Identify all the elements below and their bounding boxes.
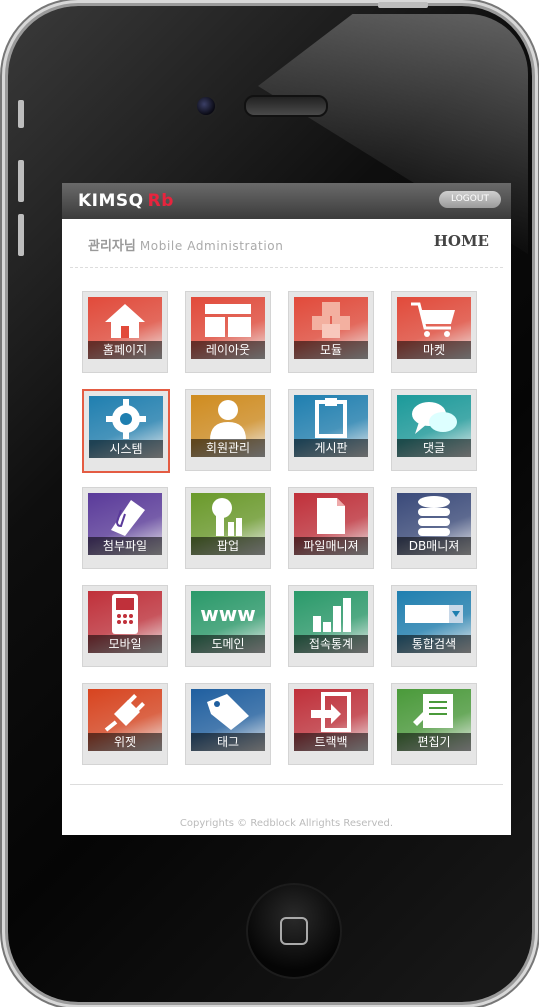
menu-tile[interactable]: www 도메인: [185, 585, 271, 667]
layout-icon: [191, 297, 265, 343]
menu-tile-label: 접속통계: [294, 635, 368, 653]
menu-tile-label: 도메인: [191, 635, 265, 653]
menu-tile-label: 통합검색: [397, 635, 471, 653]
volume-up-button: [18, 160, 24, 202]
menu-tile[interactable]: 위젯: [82, 683, 168, 765]
mobile-icon: [88, 591, 162, 637]
bar-chart-icon: [294, 591, 368, 637]
menu-tile-label: 파일매니져: [294, 537, 368, 555]
home-hardware-button[interactable]: [246, 883, 342, 979]
menu-tile-label: 팝업: [191, 537, 265, 555]
menu-tile[interactable]: 모듈: [288, 291, 374, 373]
menu-tile[interactable]: DB매니져: [391, 487, 477, 569]
module-boxes-icon: [294, 297, 368, 343]
menu-tile-label: 모듈: [294, 341, 368, 359]
menu-tile-label: 태그: [191, 733, 265, 751]
tag-icon: [191, 689, 265, 735]
menu-tile[interactable]: 통합검색: [391, 585, 477, 667]
menu-tile[interactable]: 파일매니져: [288, 487, 374, 569]
menu-tile-label: 회원관리: [191, 439, 265, 457]
file-icon: [294, 493, 368, 539]
menu-tile[interactable]: 게시판: [288, 389, 374, 471]
menu-tile[interactable]: 회원관리: [185, 389, 271, 471]
menu-tile-label: 마켓: [397, 341, 471, 359]
svg-text:www: www: [200, 602, 255, 626]
menu-tile-label: 편집기: [397, 733, 471, 751]
menu-tile[interactable]: 시스템: [82, 389, 170, 473]
menu-tile[interactable]: 첨부파일: [82, 487, 168, 569]
mute-switch: [18, 100, 24, 128]
home-link[interactable]: HOME: [434, 232, 489, 250]
menu-tile[interactable]: 태그: [185, 683, 271, 765]
cart-icon: [397, 297, 471, 343]
front-camera: [195, 95, 217, 117]
menu-tile-label: 모바일: [88, 635, 162, 653]
gear-icon: [89, 396, 163, 442]
menu-tile-label: DB매니져: [397, 537, 471, 555]
search-box-icon: [397, 591, 471, 637]
footer-divider: [70, 784, 503, 785]
menu-tile[interactable]: 마켓: [391, 291, 477, 373]
app-screen: KIMSQ Rb LOGOUT 관리자님 Mobile Administration…: [62, 183, 511, 835]
comment-icon: [397, 395, 471, 441]
menu-tile[interactable]: 트랙백: [288, 683, 374, 765]
clip-icon: [88, 493, 162, 539]
menu-tile-label: 첨부파일: [88, 537, 162, 555]
www-icon: www: [191, 591, 265, 637]
home-icon: [88, 297, 162, 343]
menu-tile[interactable]: 댓글: [391, 389, 477, 471]
menu-tile[interactable]: 모바일: [82, 585, 168, 667]
menu-tile[interactable]: 팝업: [185, 487, 271, 569]
power-button: [378, 2, 428, 8]
user-icon: [191, 395, 265, 441]
copyright-text: Copyrights © Redblock Allrights Reserved…: [179, 818, 394, 829]
volume-down-button: [18, 214, 24, 256]
app-logo[interactable]: KIMSQ Rb: [78, 191, 174, 211]
plug-icon: [88, 689, 162, 735]
menu-tile-label: 트랙백: [294, 733, 368, 751]
menu-tile-label: 레이아웃: [191, 341, 265, 359]
top-bar: KIMSQ Rb LOGOUT: [62, 183, 511, 219]
logout-button[interactable]: LOGOUT: [439, 191, 501, 208]
database-icon: [397, 493, 471, 539]
admin-title: 관리자님 Mobile Administration: [88, 239, 284, 254]
trackback-icon: [294, 689, 368, 735]
sub-header: 관리자님 Mobile Administration HOME: [70, 219, 503, 268]
menu-tile-label: 댓글: [397, 439, 471, 457]
clipboard-icon: [294, 395, 368, 441]
menu-tile-label: 홈페이지: [88, 341, 162, 359]
menu-tile[interactable]: 편집기: [391, 683, 477, 765]
earpiece-speaker: [244, 95, 328, 117]
editor-icon: [397, 689, 471, 735]
popup-icon: [191, 493, 265, 539]
menu-tile[interactable]: 홈페이지: [82, 291, 168, 373]
menu-tile-label: 위젯: [88, 733, 162, 751]
menu-tile-label: 시스템: [89, 440, 163, 458]
menu-tile[interactable]: 레이아웃: [185, 291, 271, 373]
menu-tile[interactable]: 접속통계: [288, 585, 374, 667]
menu-tile-label: 게시판: [294, 439, 368, 457]
